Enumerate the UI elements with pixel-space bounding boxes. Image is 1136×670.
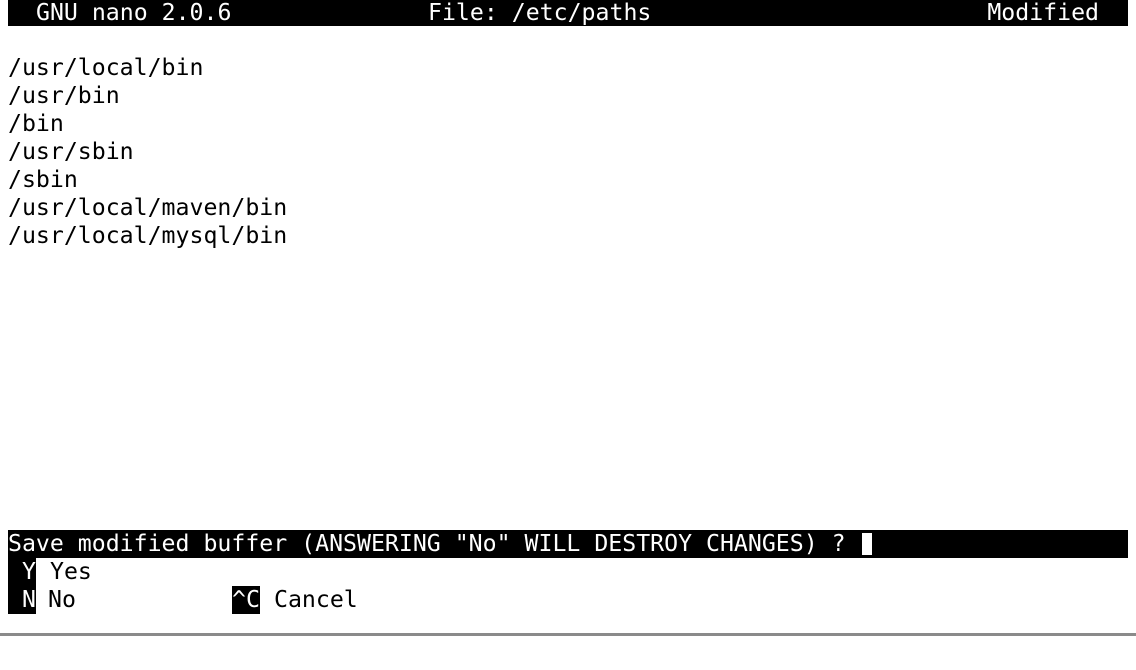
buffer-line[interactable]: /usr/local/maven/bin [8,194,287,222]
text-cursor[interactable] [861,532,873,556]
cancel-label[interactable]: Cancel [274,586,358,614]
buffer-line[interactable]: /sbin [8,166,78,194]
buffer-line[interactable]: /usr/local/bin [8,54,203,82]
save-prompt: Save modified buffer (ANSWERING "No" WIL… [8,530,1128,558]
buffer-line[interactable]: /usr/local/mysql/bin [8,222,287,250]
yes-key[interactable]: Y [8,558,36,586]
yes-label[interactable]: Yes [50,558,92,586]
option-cancel[interactable]: ^C Cancel [0,586,400,614]
option-yes[interactable]: Y Yes [0,558,400,586]
buffer-line[interactable]: /bin [8,110,64,138]
title-bar: GNU nano 2.0.6 File: /etc/paths Modified [8,0,1128,26]
cancel-key[interactable]: ^C [232,586,260,614]
buffer-line[interactable]: /usr/sbin [8,138,134,166]
app-version: GNU nano 2.0.6 [36,0,232,26]
modified-status: Modified [987,0,1099,26]
buffer-line[interactable]: /usr/bin [8,82,120,110]
file-name: File: /etc/paths [428,0,652,26]
save-prompt-text: Save modified buffer (ANSWERING "No" WIL… [8,530,860,557]
